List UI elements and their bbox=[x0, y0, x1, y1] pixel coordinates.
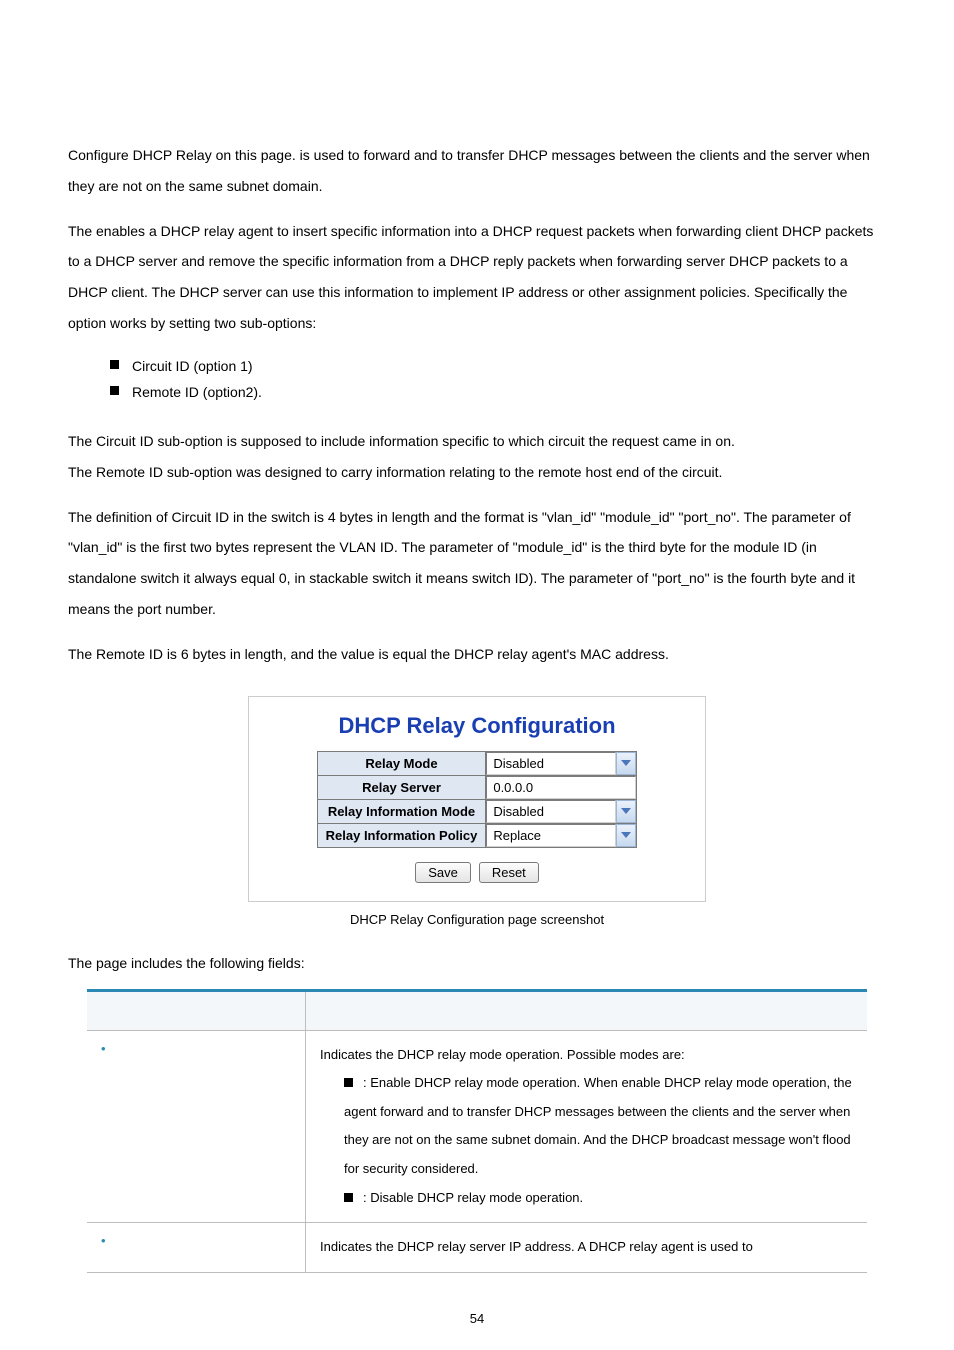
paragraph-6: The Remote ID is 6 bytes in length, and … bbox=[68, 639, 886, 670]
bullet-icon bbox=[101, 1233, 116, 1248]
object-cell bbox=[87, 1223, 306, 1273]
select-value: Replace bbox=[486, 824, 616, 847]
relay-info-mode-select[interactable]: Disabled bbox=[486, 800, 636, 823]
chevron-down-icon[interactable] bbox=[616, 800, 636, 823]
chevron-down-icon[interactable] bbox=[616, 824, 636, 847]
desc-intro: Indicates the DHCP relay mode operation.… bbox=[320, 1041, 853, 1070]
config-figure: DHCP Relay Configuration Relay Mode Disa… bbox=[248, 696, 706, 902]
figure-caption: DHCP Relay Configuration page screenshot bbox=[68, 912, 886, 927]
square-bullet-icon bbox=[344, 1078, 353, 1087]
description-cell: Indicates the DHCP relay mode operation.… bbox=[306, 1030, 868, 1223]
text: enables a DHCP relay agent to insert spe… bbox=[68, 223, 873, 331]
paragraph-2: The enables a DHCP relay agent to insert… bbox=[68, 216, 886, 339]
figure-title: DHCP Relay Configuration bbox=[249, 713, 705, 739]
header-object bbox=[87, 990, 306, 1030]
paragraph-5: The definition of Circuit ID in the swit… bbox=[68, 502, 886, 625]
desc-disabled: : Disable DHCP relay mode operation. bbox=[320, 1184, 853, 1213]
fields-intro: The page includes the following fields: bbox=[68, 955, 886, 971]
table-row: Indicates the DHCP relay mode operation.… bbox=[87, 1030, 867, 1223]
config-table: Relay Mode Disabled Relay Server 0.0.0.0 bbox=[317, 751, 638, 848]
bullet-icon bbox=[101, 1041, 116, 1056]
save-button[interactable]: Save bbox=[415, 862, 471, 883]
row-label: Relay Server bbox=[317, 775, 486, 799]
reset-button[interactable]: Reset bbox=[479, 862, 539, 883]
paragraph-1: Configure DHCP Relay on this page. is us… bbox=[68, 140, 886, 202]
list-item: Remote ID (option2). bbox=[110, 379, 886, 406]
desc-enabled: : Enable DHCP relay mode operation. When… bbox=[320, 1069, 853, 1183]
select-value: Disabled bbox=[486, 800, 616, 823]
text: The bbox=[68, 223, 96, 239]
disabled-text: : Disable DHCP relay mode operation. bbox=[363, 1190, 583, 1205]
row-label: Relay Information Mode bbox=[317, 799, 486, 823]
button-row: Save Reset bbox=[249, 862, 705, 883]
relay-mode-select[interactable]: Disabled bbox=[486, 752, 636, 775]
chevron-down-icon[interactable] bbox=[616, 752, 636, 775]
page: Configure DHCP Relay on this page. is us… bbox=[0, 0, 954, 1350]
table-header bbox=[87, 990, 867, 1030]
select-value: Disabled bbox=[486, 752, 616, 775]
square-bullet-icon bbox=[344, 1193, 353, 1202]
paragraph-3: The Circuit ID sub-option is supposed to… bbox=[68, 426, 886, 457]
page-number: 54 bbox=[0, 1311, 954, 1326]
object-cell bbox=[87, 1030, 306, 1223]
relay-info-policy-select[interactable]: Replace bbox=[486, 824, 636, 847]
suboption-list: Circuit ID (option 1) Remote ID (option2… bbox=[110, 353, 886, 406]
paragraph-4: The Remote ID sub-option was designed to… bbox=[68, 457, 886, 488]
description-cell: Indicates the DHCP relay server IP addre… bbox=[306, 1223, 868, 1273]
row-label: Relay Information Policy bbox=[317, 823, 486, 847]
text: Configure DHCP Relay on this page. bbox=[68, 147, 296, 163]
enabled-text: : Enable DHCP relay mode operation. When… bbox=[344, 1075, 852, 1176]
table-row: Indicates the DHCP relay server IP addre… bbox=[87, 1223, 867, 1273]
relay-server-input[interactable]: 0.0.0.0 bbox=[486, 776, 636, 799]
header-description bbox=[306, 990, 868, 1030]
list-item: Circuit ID (option 1) bbox=[110, 353, 886, 380]
row-label: Relay Mode bbox=[317, 751, 486, 775]
fields-table: Indicates the DHCP relay mode operation.… bbox=[87, 989, 867, 1273]
